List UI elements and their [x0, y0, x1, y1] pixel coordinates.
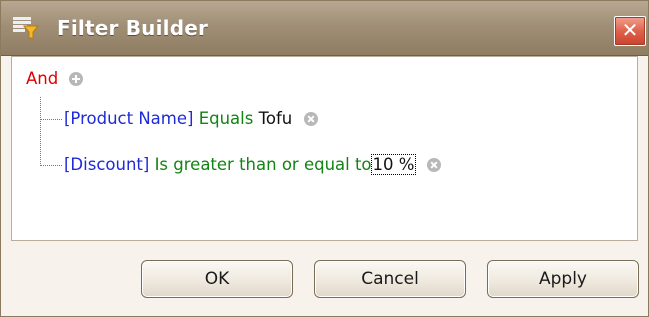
condition-value[interactable]: 10 % [370, 154, 417, 175]
condition-row: [Product Name] Equals Tofu [64, 106, 318, 132]
filter-tree-editor[interactable]: And [Product Name] Equals Tofu [Discount… [11, 56, 638, 241]
remove-condition-icon[interactable] [303, 112, 318, 126]
window-title: Filter Builder [57, 16, 209, 40]
apply-button[interactable]: Apply [487, 260, 639, 298]
tree-branch [40, 119, 62, 120]
group-operator[interactable]: And [26, 69, 58, 88]
condition-row: [Discount] Is greater than or equal to10… [64, 152, 441, 178]
remove-condition-icon[interactable] [426, 158, 441, 172]
filter-builder-window: Filter Builder ✕ And [Product Name] Equa… [0, 0, 649, 317]
tree-connector [40, 97, 41, 166]
condition-value[interactable]: Tofu [259, 109, 293, 128]
add-condition-icon[interactable] [69, 72, 84, 86]
tree-branch [40, 165, 62, 166]
condition-field[interactable]: [Discount] [64, 155, 149, 174]
cancel-button[interactable]: Cancel [314, 260, 466, 298]
ok-button[interactable]: OK [141, 260, 293, 298]
condition-field[interactable]: [Product Name] [64, 109, 193, 128]
condition-operator[interactable]: Equals [199, 109, 254, 128]
close-button[interactable]: ✕ [614, 16, 646, 46]
filter-builder-icon [13, 17, 39, 39]
group-row: And [26, 66, 84, 92]
title-bar[interactable]: Filter Builder ✕ [1, 1, 648, 56]
condition-operator[interactable]: Is greater than or equal to [155, 155, 372, 174]
